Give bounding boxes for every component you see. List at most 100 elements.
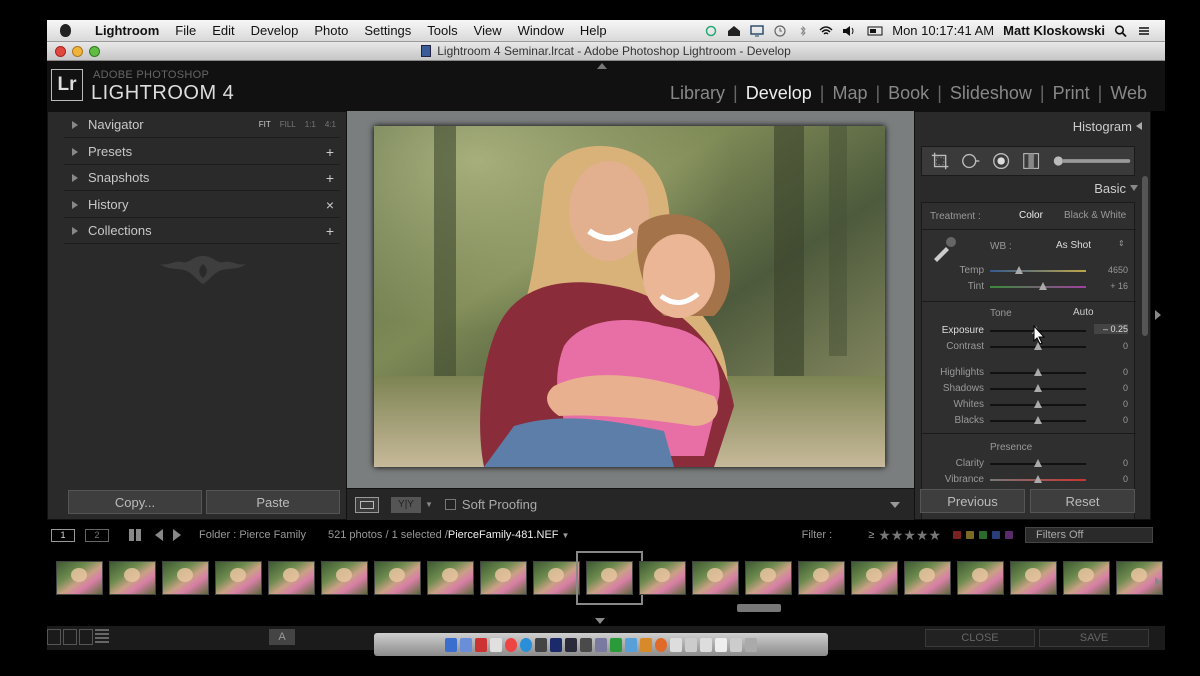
presets-header[interactable]: Presets + bbox=[64, 139, 340, 165]
list-view-icon[interactable] bbox=[95, 629, 109, 645]
safari-icon[interactable] bbox=[520, 637, 532, 652]
add-preset-icon[interactable]: + bbox=[326, 144, 334, 160]
lightroom-icon[interactable] bbox=[565, 637, 577, 652]
a-button[interactable]: A bbox=[269, 629, 295, 645]
filmstrip-scroll-right-icon[interactable] bbox=[1155, 577, 1161, 587]
finder-icon[interactable] bbox=[445, 637, 457, 652]
tint-value[interactable]: + 16 bbox=[1088, 281, 1128, 291]
dual-view-icon[interactable] bbox=[63, 629, 77, 645]
basic-panel-label[interactable]: Basic bbox=[1094, 181, 1126, 196]
wifi-icon[interactable] bbox=[819, 25, 833, 37]
module-slideshow[interactable]: Slideshow bbox=[942, 83, 1040, 104]
main-photo[interactable] bbox=[374, 126, 885, 467]
collapse-basic-icon[interactable] bbox=[1130, 185, 1138, 191]
blacks-value[interactable]: 0 bbox=[1088, 415, 1128, 425]
menu-view[interactable]: View bbox=[466, 20, 510, 42]
menu-develop[interactable]: Develop bbox=[243, 20, 307, 42]
forward-arrow-icon[interactable] bbox=[173, 529, 181, 541]
highlights-slider-thumb[interactable] bbox=[1034, 368, 1042, 376]
bluetooth-icon[interactable] bbox=[796, 25, 810, 37]
vibrance-slider[interactable] bbox=[990, 475, 1086, 483]
expand-right-panel-icon[interactable] bbox=[1155, 310, 1161, 320]
app-icon[interactable] bbox=[625, 637, 637, 652]
facetime-icon[interactable] bbox=[610, 637, 622, 652]
clarity-value[interactable]: 0 bbox=[1088, 458, 1128, 468]
add-snapshot-icon[interactable]: + bbox=[326, 170, 334, 186]
module-web[interactable]: Web bbox=[1102, 83, 1155, 104]
filmstrip-thumbnail[interactable] bbox=[321, 560, 368, 595]
treatment-color-option[interactable]: Color bbox=[1019, 210, 1043, 221]
filmstrip-thumbnail[interactable] bbox=[427, 560, 474, 595]
spotlight-search-icon[interactable] bbox=[1114, 24, 1128, 37]
white-balance-selector-icon[interactable] bbox=[930, 235, 958, 263]
filmstrip-thumbnail[interactable] bbox=[374, 560, 421, 595]
clarity-slider[interactable] bbox=[990, 459, 1086, 467]
settings-icon[interactable] bbox=[535, 637, 547, 652]
menu-settings[interactable]: Settings bbox=[356, 20, 419, 42]
folder-icon[interactable] bbox=[730, 637, 742, 652]
trash-icon[interactable] bbox=[745, 637, 757, 652]
collapse-filmstrip-icon[interactable] bbox=[595, 618, 605, 624]
single-view-icon[interactable] bbox=[47, 629, 61, 645]
right-panel-scrollbar[interactable] bbox=[1142, 176, 1148, 336]
collapse-histogram-icon[interactable] bbox=[1136, 122, 1142, 130]
filmstrip-scrollbar[interactable] bbox=[737, 604, 781, 612]
minimize-window-icon[interactable] bbox=[72, 46, 83, 57]
temp-value[interactable]: 4650 bbox=[1088, 265, 1128, 275]
filmstrip-thumbnail[interactable] bbox=[745, 560, 792, 595]
before-after-button[interactable]: Y|Y bbox=[391, 496, 421, 513]
folder-icon[interactable] bbox=[685, 637, 697, 652]
menu-window[interactable]: Window bbox=[510, 20, 572, 42]
display-icon[interactable] bbox=[750, 24, 764, 37]
history-header[interactable]: History × bbox=[64, 192, 340, 218]
home-icon[interactable] bbox=[727, 25, 741, 37]
graduated-filter-tool-icon[interactable] bbox=[1021, 150, 1041, 172]
purple-label-icon[interactable] bbox=[1005, 531, 1013, 539]
filmstrip-thumbnail[interactable] bbox=[56, 560, 103, 595]
yellow-label-icon[interactable] bbox=[966, 531, 974, 539]
snapshots-header[interactable]: Snapshots + bbox=[64, 165, 340, 191]
zoom-1-1[interactable]: 1:1 bbox=[305, 120, 316, 129]
back-arrow-icon[interactable] bbox=[155, 529, 163, 541]
filmstrip-thumbnail[interactable] bbox=[162, 560, 209, 595]
photoshop-icon[interactable] bbox=[550, 637, 562, 652]
volume-icon[interactable] bbox=[842, 25, 856, 37]
filmstrip-thumbnail[interactable] bbox=[639, 560, 686, 595]
save-button[interactable]: SAVE bbox=[1039, 629, 1149, 647]
zoom-4-1[interactable]: 4:1 bbox=[325, 120, 336, 129]
filmstrip-thumbnail[interactable] bbox=[215, 560, 262, 595]
module-develop[interactable]: Develop bbox=[738, 83, 820, 104]
tint-slider-thumb[interactable] bbox=[1038, 282, 1047, 290]
module-book[interactable]: Book bbox=[880, 83, 937, 104]
soft-proofing-checkbox[interactable] bbox=[444, 499, 456, 510]
contrast-slider-thumb[interactable] bbox=[1034, 342, 1042, 350]
paste-button[interactable]: Paste bbox=[206, 490, 340, 514]
menu-tools[interactable]: Tools bbox=[419, 20, 465, 42]
filmstrip-thumbnail[interactable] bbox=[268, 560, 315, 595]
temp-slider[interactable] bbox=[990, 266, 1086, 274]
grid-view-icon[interactable] bbox=[129, 529, 143, 541]
calendar-icon[interactable] bbox=[475, 637, 487, 652]
filmstrip-thumbnail[interactable] bbox=[109, 560, 156, 595]
red-label-icon[interactable] bbox=[953, 531, 961, 539]
app-icon[interactable] bbox=[580, 637, 592, 652]
clear-history-icon[interactable]: × bbox=[326, 197, 334, 213]
chevron-down-icon[interactable]: ▼ bbox=[425, 500, 433, 509]
navigator-header[interactable]: Navigator FIT FILL 1:1 4:1 bbox=[64, 112, 340, 138]
vibrance-slider-thumb[interactable] bbox=[1034, 475, 1042, 483]
apple-icon[interactable] bbox=[53, 20, 77, 42]
whites-slider[interactable] bbox=[990, 400, 1086, 408]
contrast-value[interactable]: 0 bbox=[1088, 341, 1128, 351]
module-library[interactable]: Library bbox=[662, 83, 733, 104]
folder-icon[interactable] bbox=[715, 637, 727, 652]
shadows-slider-thumb[interactable] bbox=[1034, 384, 1042, 392]
filmstrip-thumbnail[interactable] bbox=[1010, 560, 1057, 595]
secondary-screen-button[interactable]: 2 bbox=[85, 528, 109, 542]
menu-file[interactable]: File bbox=[167, 20, 204, 42]
exposure-value[interactable]: – 0.25 bbox=[1094, 324, 1128, 334]
copy-button[interactable]: Copy... bbox=[68, 490, 202, 514]
folder-icon[interactable] bbox=[670, 637, 682, 652]
filmstrip-thumbnail[interactable] bbox=[798, 560, 845, 595]
shadows-value[interactable]: 0 bbox=[1088, 383, 1128, 393]
shadows-slider[interactable] bbox=[990, 384, 1086, 392]
